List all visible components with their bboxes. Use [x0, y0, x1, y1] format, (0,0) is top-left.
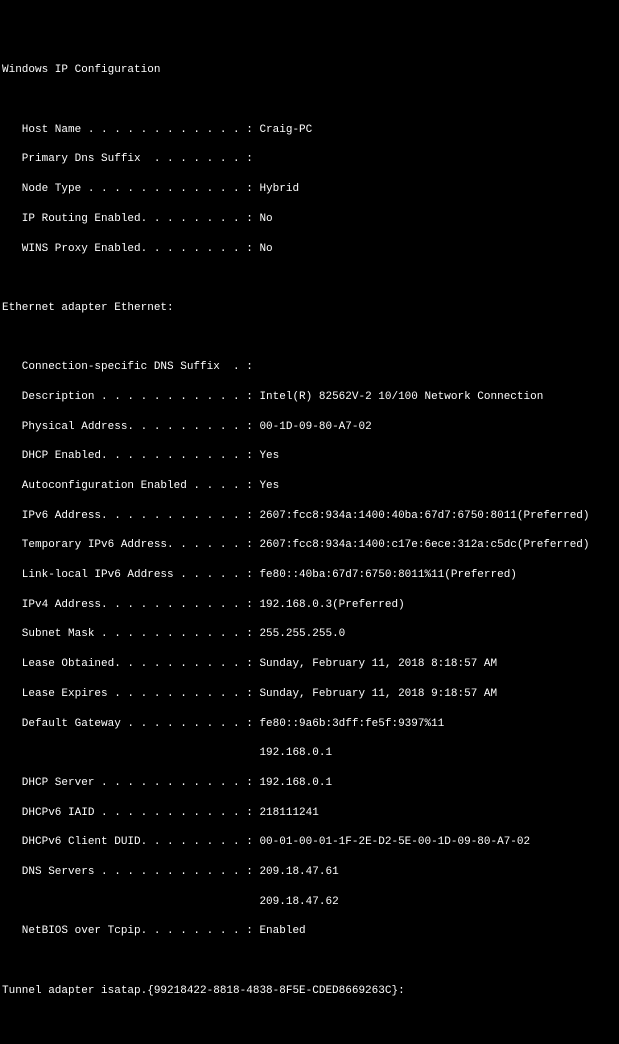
primary-dns-suffix-label: Primary Dns Suffix . . . . . . . : — [2, 153, 253, 165]
eth-default-gateway-label: Default Gateway . . . . . . . . . : — [2, 718, 259, 730]
node-type-value: Hybrid — [259, 183, 299, 195]
eth-lease-obtained-value: Sunday, February 11, 2018 8:18:57 AM — [259, 658, 497, 670]
eth-dhcp-enabled-label: DHCP Enabled. . . . . . . . . . . : — [2, 450, 259, 462]
eth-ipv6-value: 2607:fcc8:934a:1400:40ba:67d7:6750:8011(… — [259, 510, 589, 522]
tunnel-adapter-header: Tunnel adapter isatap.{99218422-8818-483… — [2, 984, 617, 999]
eth-ipv4-value: 192.168.0.3(Preferred) — [259, 599, 404, 611]
eth-linklocal-ipv6-label: Link-local IPv6 Address . . . . . : — [2, 569, 259, 581]
eth-dhcpv6-duid-label: DHCPv6 Client DUID. . . . . . . . : — [2, 836, 259, 848]
eth-temp-ipv6-value: 2607:fcc8:934a:1400:c17e:6ece:312a:c5dc(… — [259, 539, 589, 551]
eth-description-label: Description . . . . . . . . . . . : — [2, 391, 259, 403]
host-name-label: Host Name . . . . . . . . . . . . : — [2, 124, 259, 136]
eth-dns-servers-spacer — [2, 896, 259, 908]
ip-routing-label: IP Routing Enabled. . . . . . . . : — [2, 213, 259, 225]
eth-default-gateway-value-2: 192.168.0.1 — [259, 747, 332, 759]
eth-description-value: Intel(R) 82562V-2 10/100 Network Connect… — [259, 391, 543, 403]
eth-dns-server-value-2: 209.18.47.62 — [259, 896, 338, 908]
eth-linklocal-ipv6-value: fe80::40ba:67d7:6750:8011%11(Preferred) — [259, 569, 516, 581]
eth-default-gateway-value-1: fe80::9a6b:3dff:fe5f:9397%11 — [259, 718, 444, 730]
host-name-value: Craig-PC — [259, 124, 312, 136]
eth-dhcpv6-iaid-value: 218111241 — [259, 807, 318, 819]
eth-autoconfig-label: Autoconfiguration Enabled . . . . : — [2, 480, 259, 492]
eth-netbios-label: NetBIOS over Tcpip. . . . . . . . : — [2, 925, 259, 937]
eth-conn-dns-label: Connection-specific DNS Suffix . : — [2, 361, 253, 373]
ethernet-adapter-header: Ethernet adapter Ethernet: — [2, 301, 617, 316]
eth-netbios-value: Enabled — [259, 925, 305, 937]
eth-physical-address-value: 00-1D-09-80-A7-02 — [259, 421, 371, 433]
eth-ipv4-label: IPv4 Address. . . . . . . . . . . : — [2, 599, 259, 611]
eth-subnet-mask-label: Subnet Mask . . . . . . . . . . . : — [2, 628, 259, 640]
eth-dhcp-server-value: 192.168.0.1 — [259, 777, 332, 789]
wins-proxy-value: No — [259, 243, 272, 255]
node-type-label: Node Type . . . . . . . . . . . . : — [2, 183, 259, 195]
eth-lease-expires-label: Lease Expires . . . . . . . . . . : — [2, 688, 259, 700]
eth-physical-address-label: Physical Address. . . . . . . . . : — [2, 421, 259, 433]
eth-lease-expires-value: Sunday, February 11, 2018 9:18:57 AM — [259, 688, 497, 700]
eth-dhcp-server-label: DHCP Server . . . . . . . . . . . : — [2, 777, 259, 789]
eth-dhcpv6-iaid-label: DHCPv6 IAID . . . . . . . . . . . : — [2, 807, 259, 819]
wins-proxy-label: WINS Proxy Enabled. . . . . . . . : — [2, 243, 259, 255]
eth-subnet-mask-value: 255.255.255.0 — [259, 628, 345, 640]
eth-dns-server-value-1: 209.18.47.61 — [259, 866, 338, 878]
eth-dhcpv6-duid-value: 00-01-00-01-1F-2E-D2-5E-00-1D-09-80-A7-0… — [259, 836, 530, 848]
eth-autoconfig-value: Yes — [259, 480, 279, 492]
section-header: Windows IP Configuration — [2, 63, 617, 78]
eth-temp-ipv6-label: Temporary IPv6 Address. . . . . . : — [2, 539, 259, 551]
eth-dhcp-enabled-value: Yes — [259, 450, 279, 462]
ip-routing-value: No — [259, 213, 272, 225]
eth-ipv6-label: IPv6 Address. . . . . . . . . . . : — [2, 510, 259, 522]
eth-dns-servers-label: DNS Servers . . . . . . . . . . . : — [2, 866, 259, 878]
eth-lease-obtained-label: Lease Obtained. . . . . . . . . . : — [2, 658, 259, 670]
eth-default-gateway-spacer — [2, 747, 259, 759]
